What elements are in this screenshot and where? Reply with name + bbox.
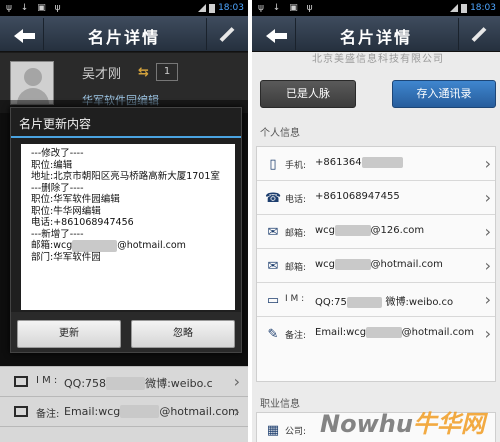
notification-icons: ψ ↓ ▣ ψ [6,3,64,13]
list-item[interactable]: ✉ 邮箱: wcgxxxxxx@hotmail.com › [257,249,495,283]
signal-icon [450,4,459,12]
chevron-right-icon: › [233,402,240,421]
building-icon: ▦ [266,423,280,438]
section-work-info: 职业信息 [260,399,300,410]
status-bar: ψ ↓ ▣ ψ 18:03 [0,0,248,16]
section-personal-info: 个人信息 [260,128,300,139]
status-bar: ψ ↓ ▣ ψ 18:03 [252,0,500,16]
list-item[interactable]: ✎ 备注: Email:wcgxxxxxx@hotmail.com › [257,317,495,351]
title-bar: 名片详情 [252,16,500,52]
battery-icon [461,3,468,13]
watermark-logo: Nowhu牛华网 [320,410,485,438]
already-contact-button[interactable]: 已是人脉 [260,80,356,108]
save-contacts-button[interactable]: 存入通讯录 [392,80,496,108]
list-item[interactable]: ▭ I M : QQ:75xxxxxx 微博:weibo.co › [257,283,495,317]
title-bar: 名片详情 [0,16,248,52]
dialog-title: 名片更新内容 [19,117,92,131]
signal-icon [198,4,207,12]
contact-name: 吴才刚 [82,67,122,82]
list-item[interactable]: ☎ 电话: +861068947455 › [257,181,495,215]
chevron-right-icon: › [233,372,240,391]
personal-info-list: ▯ 手机: +861364xxxxxxx › ☎ 电话: +8610689474… [256,146,496,382]
notification-icons: ψ ↓ ▣ ψ [258,3,316,13]
list-item[interactable]: ✉ 邮箱: wcgxxxxxx@126.com › [257,215,495,249]
chevron-right-icon: › [484,188,491,207]
pencil-icon [471,27,487,43]
left-screen: ψ ↓ ▣ ψ 18:03 名片详情 吴才刚 ⇆ 1 华军软件园编辑 I M :… [0,0,248,442]
swap-icon[interactable]: ⇆ [138,65,149,80]
list-item[interactable]: ▯ 手机: +861364xxxxxxx › [257,147,495,181]
note-icon [14,406,28,417]
mail-icon: ✉ [267,259,279,274]
chevron-right-icon: › [484,324,491,343]
dialog-content: ---修改了---- 职位:编辑 地址:北京市朝阳区亮马桥路高新大厦1701室 … [21,144,235,310]
mail-icon: ✉ [267,225,279,240]
clock: 18:03 [470,3,496,13]
phone-icon: ▯ [269,157,277,172]
chevron-right-icon: › [484,290,491,309]
chevron-right-icon: › [484,222,491,241]
battery-icon [209,3,216,13]
chevron-right-icon: › [484,154,491,173]
clock: 18:03 [218,3,244,13]
update-button[interactable]: 更新 [17,320,121,348]
list-item[interactable]: 备注: Email:wcgxxxxxx@hotmail.com › [0,396,248,426]
avatar [10,61,54,105]
pencil-icon [219,27,235,43]
edit-button[interactable] [206,18,246,50]
edit-button[interactable] [458,18,498,50]
count-badge: 1 [156,63,178,81]
update-dialog: 名片更新内容 ---修改了---- 职位:编辑 地址:北京市朝阳区亮马桥路高新大… [10,107,242,353]
list-item[interactable]: I M : QQ:758xxxxxx微博:weibo.c › [0,366,248,396]
chat-icon [14,376,28,387]
telephone-icon: ☎ [265,191,282,206]
chevron-right-icon: › [484,256,491,275]
list-item[interactable] [0,426,248,442]
chat-icon: ▭ [266,293,280,308]
right-screen: ψ ↓ ▣ ψ 18:03 名片详情 北京美盛信息科技有限公司 已是人脉 存入通… [252,0,500,442]
company-text: 北京美盛信息科技有限公司 [312,54,444,65]
ignore-button[interactable]: 忽略 [131,320,235,348]
note-icon: ✎ [267,327,279,342]
